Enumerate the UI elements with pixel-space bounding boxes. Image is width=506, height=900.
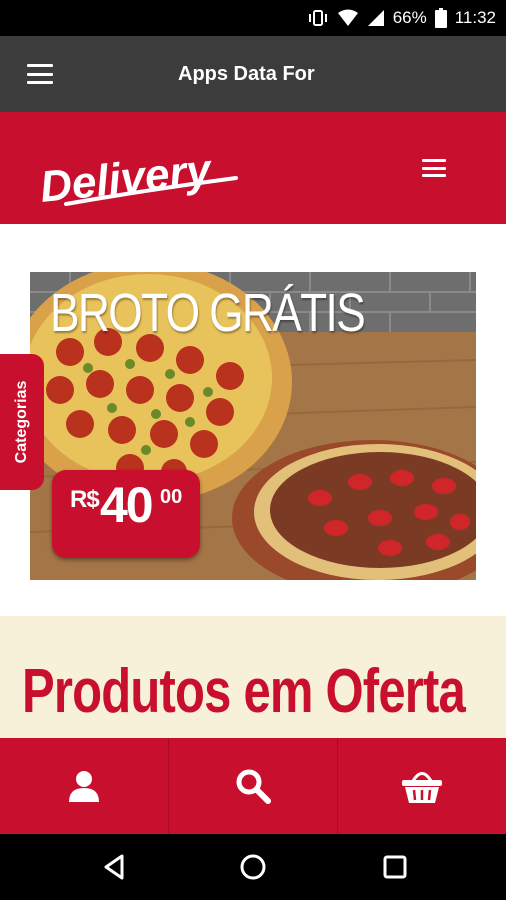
categories-label: Categorias [13,380,30,464]
bottom-tab-bar [0,738,506,834]
hamburger-icon [27,64,53,67]
system-nav-bar [0,834,506,900]
hamburger-line [27,72,53,76]
account-button[interactable] [0,738,169,834]
site-menu-button[interactable] [422,159,446,177]
delivery-logo[interactable]: Delivery [36,140,246,210]
categories-tab[interactable]: Categorias [0,354,44,490]
back-icon[interactable] [100,852,130,882]
battery-percent: 66% [392,8,427,27]
hamburger-line [27,81,53,84]
wifi-icon [337,9,358,26]
status-icons: 66% 11:32 [307,0,496,36]
logo-text: Delivery [38,145,216,210]
price-currency: R$ [70,486,100,513]
battery-icon [434,8,447,28]
promo-banner[interactable]: BROTO GRÁTIS R$ 40 00 [30,272,476,580]
site-header: Delivery [0,112,506,224]
recents-icon[interactable] [380,852,410,882]
drawer-menu-button[interactable] [22,60,58,88]
price-integer: 40 [100,477,154,533]
basket-icon [402,772,442,803]
price-cents: 00 [160,486,183,508]
cart-button[interactable] [338,738,506,834]
offers-section: Produtos em Oferta [0,616,506,738]
signal-icon [367,10,384,26]
home-icon[interactable] [238,852,268,882]
hamburger-line [422,166,446,170]
banner-title: BROTO GRÁTIS [50,283,366,343]
hamburger-line [422,174,446,177]
vibrate-icon [308,10,327,26]
user-icon [69,771,99,802]
app-title: Apps Data For [178,63,315,85]
app-bar: Apps Data For [0,36,506,112]
clock: 11:32 [454,8,496,27]
hamburger-icon [422,159,446,162]
offers-title: Produtos em Oferta [22,657,466,726]
main-content[interactable]: BROTO GRÁTIS R$ 40 00 Produtos em Oferta [0,224,506,738]
search-button[interactable] [169,738,338,834]
status-bar: 66% 11:32 [0,0,506,36]
search-icon [236,769,271,804]
price-tag: R$ 40 00 [52,470,200,558]
